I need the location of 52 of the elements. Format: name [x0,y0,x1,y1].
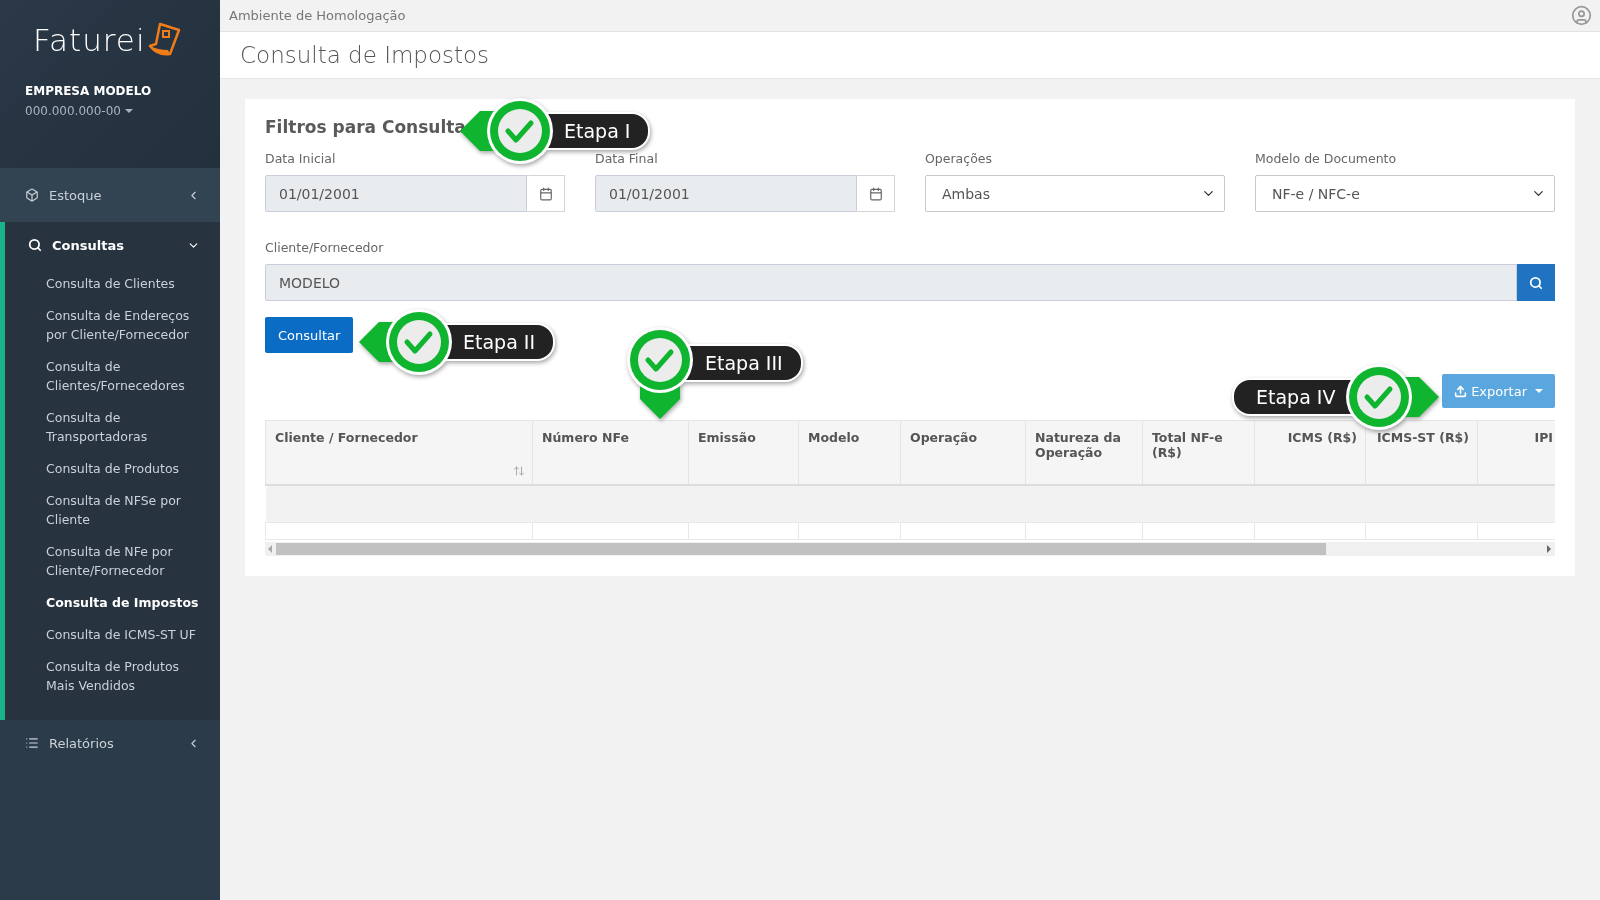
horizontal-scrollbar[interactable] [265,542,1555,556]
menu-group[interactable]: Estoque [0,168,220,222]
logo-icon [147,22,182,58]
column-header[interactable]: Natureza da Operação [1025,420,1143,485]
calendar-icon[interactable] [527,175,565,212]
menu-item[interactable]: Consulta de Endereços por Cliente/Fornecedor [5,300,220,351]
client-field[interactable]: MODELO [265,264,1517,301]
menu-item[interactable]: Consulta de ICMS-ST UF [5,619,220,651]
field-label: Data Final [595,151,659,166]
menu-group[interactable]: Consultas [5,222,220,268]
field-label: Cliente/Fornecedor [265,240,385,255]
upload-icon [1454,384,1468,398]
column-header[interactable]: Modelo [798,420,901,485]
company-name: EMPRESA MODELO [25,84,153,98]
menu-item[interactable]: Consulta de Impostos [5,587,220,619]
select-field[interactable]: NF-e / NFC-e [1255,175,1555,212]
field-label: Modelo de Documento [1255,151,1398,166]
column-header[interactable]: Número NFe [532,420,689,485]
page-title: Consulta de Impostos [240,42,490,68]
sort-icon[interactable] [513,465,525,477]
calendar-icon[interactable] [857,175,895,212]
column-header[interactable]: ICMS (R$) [1254,420,1366,485]
card-title: Filtros para Consulta [265,117,466,137]
box-icon [25,188,39,202]
menu-item[interactable]: Consulta de NFe por Cliente/Fornecedor [5,536,220,587]
select-field[interactable]: Ambas [925,175,1225,212]
menu-item[interactable]: Consulta de Clientes [5,268,220,300]
column-header[interactable]: Emissão [688,420,799,485]
menu-group[interactable]: Relatórios [0,720,220,766]
date-field[interactable]: 01/01/2001 [265,175,527,212]
date-field[interactable]: 01/01/2001 [595,175,857,212]
field-label: Data Inicial [265,151,337,166]
column-header[interactable]: ICMS-ST (R$) [1365,420,1478,485]
logo-text: Faturei [33,22,146,58]
menu-item[interactable]: Consulta de Produtos [5,453,220,485]
search-icon [28,238,42,252]
environment-label: Ambiente de Homologação [229,8,406,23]
company-selector[interactable]: 000.000.000-00 [25,104,220,118]
column-header[interactable]: IPI [1477,420,1555,485]
menu-item[interactable]: Consulta de Produtos Mais Vendidos [5,651,220,702]
column-header[interactable]: Cliente / Fornecedor [265,420,533,485]
search-button[interactable] [1517,264,1555,301]
column-header[interactable]: Operação [900,420,1026,485]
menu-item[interactable]: Consulta de Clientes/Fornecedores [5,351,220,402]
field-label: Operações [925,151,993,166]
column-header[interactable]: Total NF-e (R$) [1142,420,1255,485]
consultar-button[interactable]: Consultar [265,317,354,353]
search-icon [1529,275,1543,290]
menu-item[interactable]: Consulta de Transportadoras [5,402,220,453]
user-avatar-icon[interactable] [1571,5,1592,26]
list-icon [25,736,39,750]
menu-item[interactable]: Consulta de NFSe por Cliente [5,485,220,536]
